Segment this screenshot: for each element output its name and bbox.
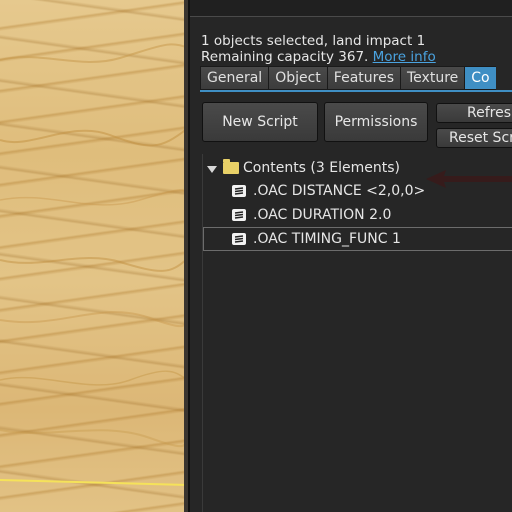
reset-scripts-button[interactable]: Reset Scr <box>436 128 512 148</box>
script-icon <box>232 233 246 245</box>
selection-info: 1 objects selected, land impact 1 Remain… <box>201 33 436 65</box>
tab-texture[interactable]: Texture <box>400 66 465 90</box>
wood-grain <box>0 43 188 486</box>
folder-label: Contents (3 Elements) <box>243 160 400 176</box>
permissions-button[interactable]: Permissions <box>324 102 428 142</box>
annotation-arrow-icon <box>426 170 512 188</box>
tab-object[interactable]: Object <box>268 66 327 90</box>
script-label: .OAC DISTANCE <2,0,0> <box>253 183 426 199</box>
divider <box>190 16 512 17</box>
tab-bar: General Object Features Texture Co <box>200 66 496 90</box>
new-script-button[interactable]: New Script <box>202 102 318 142</box>
refresh-button[interactable]: Refres <box>436 103 512 123</box>
script-label: .OAC DURATION 2.0 <box>253 207 392 223</box>
land-impact-text: 1 objects selected, land impact 1 <box>201 33 426 49</box>
world-viewport[interactable] <box>0 0 188 512</box>
build-floater: 1 objects selected, land impact 1 Remain… <box>188 0 512 512</box>
tab-content[interactable]: Co <box>464 66 496 90</box>
script-icon <box>232 185 246 197</box>
expand-triangle-icon[interactable] <box>207 166 217 173</box>
selection-outline <box>0 479 188 486</box>
remaining-capacity-line: Remaining capacity 367. More info <box>201 49 436 65</box>
panel-header-strip <box>190 0 512 16</box>
active-tab-underline <box>200 90 512 92</box>
tab-general[interactable]: General <box>200 66 269 90</box>
script-label: .OAC TIMING_FUNC 1 <box>253 231 401 247</box>
remaining-capacity-text: Remaining capacity 367. <box>201 49 369 65</box>
contents-tree: Contents (3 Elements) .OAC DISTANCE <2,0… <box>202 154 512 512</box>
more-info-link[interactable]: More info <box>373 49 436 65</box>
list-item[interactable]: .OAC TIMING_FUNC 1 <box>203 227 512 251</box>
list-item[interactable]: .OAC DURATION 2.0 <box>203 203 512 227</box>
folder-icon <box>223 159 239 174</box>
tab-features[interactable]: Features <box>326 66 400 90</box>
script-icon <box>232 209 246 221</box>
